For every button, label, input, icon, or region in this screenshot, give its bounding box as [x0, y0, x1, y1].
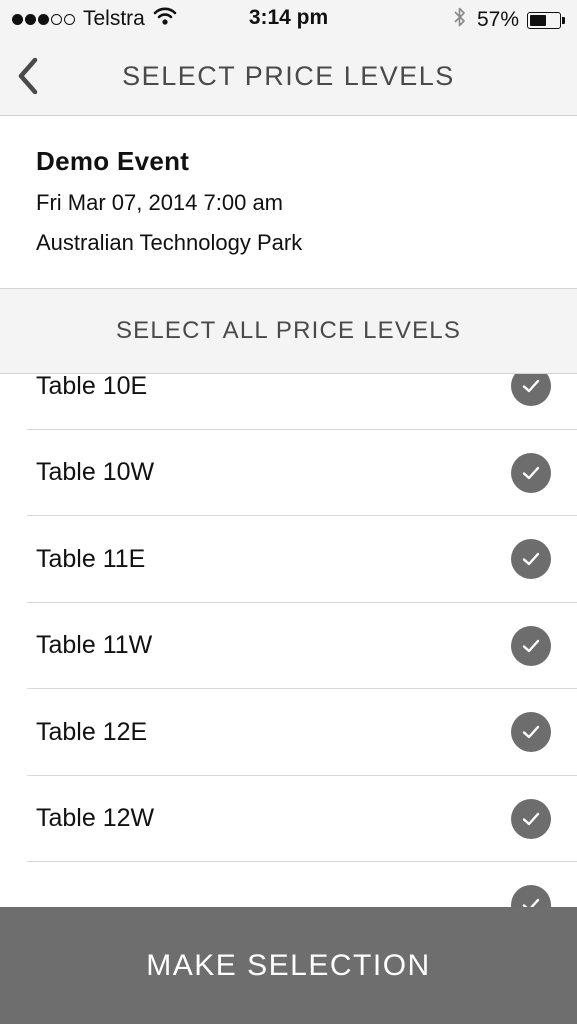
event-venue: Australian Technology Park — [36, 230, 303, 255]
price-level-label: Table 12W — [36, 804, 155, 832]
checkmark-icon[interactable] — [511, 452, 551, 493]
price-level-row[interactable]: Table 12E — [27, 689, 577, 776]
battery-percent: 57% — [476, 8, 519, 31]
navigation-bar: SELECT PRICE LEVELS — [0, 38, 577, 116]
checkmark-icon[interactable] — [511, 374, 551, 406]
battery-icon — [527, 11, 565, 29]
select-all-price-levels-button[interactable]: SELECT ALL PRICE LEVELS — [0, 288, 577, 374]
status-bar: Telstra 3:14 pm 57% — [0, 0, 577, 38]
event-info: Demo Event Fri Mar 07, 2014 7:00 am Aust… — [0, 116, 577, 288]
price-level-list[interactable]: Table 10E Table 10W Table 11E Table 11W Tabl… — [0, 374, 577, 907]
checkmark-icon[interactable] — [511, 798, 551, 839]
price-level-label: Table 10W — [36, 458, 155, 486]
price-level-label: Table 12E — [36, 717, 148, 746]
event-name: Demo Event — [36, 146, 190, 176]
checkmark-icon[interactable] — [511, 885, 551, 907]
price-level-row[interactable]: Table 10E — [27, 374, 577, 430]
checkmark-icon[interactable] — [511, 712, 551, 752]
event-date: Fri Mar 07, 2014 7:00 am — [36, 190, 284, 215]
price-level-row[interactable]: Table 10W — [27, 430, 577, 516]
status-right: 57% — [453, 6, 565, 34]
price-level-label: Table 11W — [36, 631, 153, 659]
price-level-list-inner: Table 10E Table 10W Table 11E Table 11W Tabl… — [0, 374, 577, 907]
checkmark-icon[interactable] — [511, 625, 551, 666]
price-level-row[interactable] — [27, 862, 577, 907]
chevron-left-icon — [18, 57, 38, 95]
make-selection-button[interactable]: MAKE SELECTION — [0, 907, 577, 1024]
checkmark-icon[interactable] — [511, 539, 551, 579]
page-title: SELECT PRICE LEVELS — [122, 60, 455, 91]
price-level-row[interactable]: Table 11W — [27, 603, 577, 689]
battery-level-fill — [530, 14, 546, 26]
back-button[interactable] — [6, 54, 50, 98]
price-level-label: Table 10E — [36, 374, 148, 400]
bluetooth-icon — [453, 6, 467, 34]
price-level-row[interactable]: Table 12W — [27, 776, 577, 862]
price-level-row[interactable]: Table 11E — [27, 516, 577, 603]
price-level-label: Table 11E — [36, 544, 146, 573]
